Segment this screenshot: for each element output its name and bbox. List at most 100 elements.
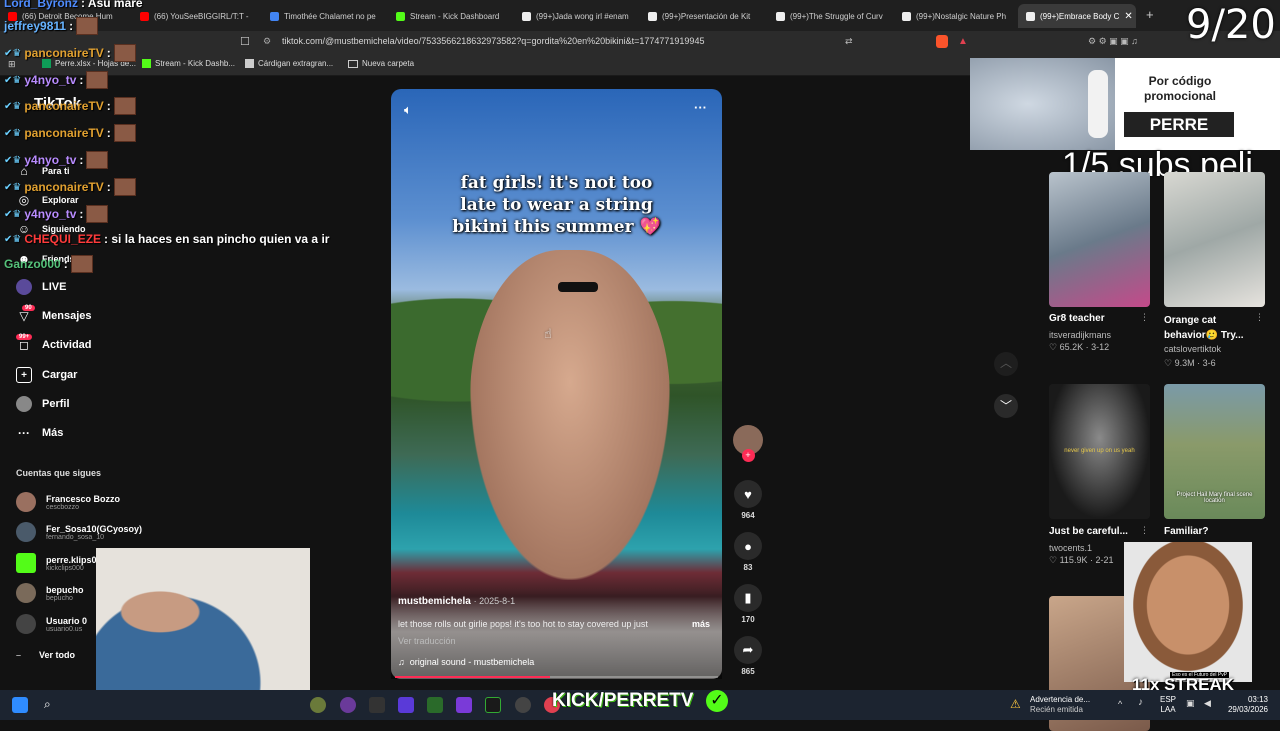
app-icon[interactable] bbox=[485, 697, 501, 713]
clock[interactable]: 03:13 29/03/2026 bbox=[1220, 695, 1268, 715]
recommendation-title[interactable]: Just be careful... bbox=[1049, 526, 1128, 537]
more-options-icon[interactable]: ··· bbox=[694, 100, 707, 115]
chat-message: Ganzo000: bbox=[4, 255, 93, 273]
chevron-down-icon: – bbox=[16, 650, 22, 660]
nav-cargar[interactable]: + Cargar bbox=[16, 367, 77, 383]
app-icon[interactable] bbox=[515, 697, 531, 713]
chevron-up-icon[interactable]: ︿ bbox=[994, 352, 1018, 376]
language-indicator[interactable]: ESP LAA bbox=[1160, 695, 1176, 715]
browser-tab-active[interactable]: (99+)Embrace Body C ✕ bbox=[1018, 4, 1136, 28]
volume-icon[interactable]: 🔈︎ bbox=[404, 102, 412, 118]
browser-tab[interactable]: Timothée Chalamet no pe bbox=[262, 4, 382, 28]
recommendation-thumbnail[interactable] bbox=[1049, 172, 1150, 307]
browser-tab-bar: (66) Detroit Become Hum (66) YouSeeBIGGI… bbox=[0, 0, 1280, 31]
emote-icon bbox=[86, 151, 109, 169]
chat-message: ✔♛ panconaireTV: bbox=[4, 97, 136, 115]
nav-perfil[interactable]: Perfil bbox=[16, 396, 70, 412]
recommendation-title[interactable]: Gr8 teacher bbox=[1049, 313, 1105, 324]
more-options-icon[interactable]: ⋮ bbox=[1140, 525, 1149, 536]
bookmark-item[interactable]: Stream - Kick Dashb... bbox=[142, 59, 235, 68]
microphone-icon[interactable]: ♪ bbox=[1138, 697, 1143, 708]
author-avatar-action[interactable]: + bbox=[733, 425, 763, 462]
recommendation-author[interactable]: twocents.1 bbox=[1049, 543, 1092, 553]
app-icon[interactable] bbox=[456, 697, 472, 713]
nav-mas[interactable]: ··· Más bbox=[16, 425, 63, 441]
extensions-icon[interactable]: ⚙ ⚙ ▣ ▣ ♫ bbox=[1088, 36, 1138, 47]
tray-chevron-icon[interactable]: ^ bbox=[1118, 699, 1122, 709]
browser-tab[interactable]: (99+)The Struggle of Curv bbox=[768, 4, 890, 28]
network-icon[interactable]: ▣ bbox=[1186, 698, 1195, 709]
video-author[interactable]: mustbemichela · 2025-8-1 bbox=[398, 596, 515, 607]
emote-icon bbox=[113, 44, 136, 62]
follow-plus-icon[interactable]: + bbox=[741, 449, 755, 462]
close-tab-icon[interactable]: ✕ bbox=[1124, 11, 1132, 22]
heart-icon: ♡ bbox=[1049, 342, 1058, 352]
more-options-icon[interactable]: ⋮ bbox=[1255, 312, 1264, 323]
youtube-icon bbox=[140, 11, 149, 21]
music-note-icon: ♫ bbox=[398, 657, 405, 667]
bookmark-icon[interactable]: ☐ bbox=[240, 35, 250, 48]
kick-icon bbox=[142, 59, 151, 68]
following-account[interactable]: bepucho bepucho bbox=[16, 583, 84, 603]
app-icon[interactable] bbox=[398, 697, 414, 713]
browser-tab[interactable]: Stream - Kick Dashboard bbox=[388, 4, 508, 28]
browser-tab[interactable]: (99+)Jada wong irl #enam bbox=[514, 4, 636, 28]
recommendation-title[interactable]: Familiar? bbox=[1164, 526, 1208, 537]
bookmark-item[interactable]: Cárdigan extragran... bbox=[245, 59, 333, 68]
browser-tab[interactable]: (99+)Nostalgic Nature Ph bbox=[894, 4, 1016, 28]
url-field[interactable]: tiktok.com/@mustbemichela/video/75335662… bbox=[282, 36, 704, 46]
see-all-link[interactable]: – Ver todo bbox=[16, 650, 75, 660]
nav-live[interactable]: LIVE bbox=[16, 279, 66, 295]
following-account[interactable]: perre.klips0 kickclips000 bbox=[16, 553, 97, 573]
recommendation-author[interactable]: itsveradijkmans bbox=[1049, 330, 1111, 340]
progress-track[interactable] bbox=[395, 676, 718, 678]
app-icon[interactable] bbox=[340, 697, 356, 713]
following-account[interactable]: Francesco Bozzo cescbozzo bbox=[16, 492, 120, 512]
search-icon[interactable]: ⌕ bbox=[44, 697, 51, 712]
video-description: let those rolls out girlie pops! it's to… bbox=[398, 619, 648, 629]
chat-message: Lord_Byronz: Asu mare bbox=[4, 0, 143, 10]
comment-action[interactable]: ● 83 bbox=[733, 532, 763, 572]
share-action[interactable]: ➦ 865 bbox=[733, 636, 763, 676]
save-action[interactable]: ▮ 170 bbox=[733, 584, 763, 624]
more-options-icon[interactable]: ⋮ bbox=[1140, 312, 1149, 323]
app-icon[interactable] bbox=[369, 697, 385, 713]
following-account[interactable]: Usuario 0 usuario0.us bbox=[16, 614, 87, 634]
browser-tab[interactable]: (99+)Presentación de Kit bbox=[640, 4, 762, 28]
bookmark-folder[interactable]: Nueva carpeta bbox=[348, 59, 414, 68]
progress-fill bbox=[395, 676, 551, 678]
verified-check-icon: ✓ bbox=[706, 690, 728, 712]
rewards-icon[interactable]: ▲ bbox=[958, 36, 968, 47]
webcam-overlay bbox=[96, 548, 310, 690]
windows-start-icon[interactable] bbox=[12, 697, 28, 713]
comment-icon: ● bbox=[734, 532, 762, 560]
sound-link[interactable]: ♫ original sound - mustbemichela bbox=[398, 657, 534, 667]
chevron-down-icon[interactable]: ﹀ bbox=[994, 394, 1018, 418]
following-account[interactable]: Fer_Sosa10(GCyosoy) fernando_sosa_10 bbox=[16, 522, 142, 542]
more-link[interactable]: más bbox=[692, 619, 710, 629]
browser-tab[interactable]: (66) YouSeeBIGGIRL/T:T - bbox=[132, 4, 260, 28]
recommendation-thumbnail[interactable]: never given up on us yeah bbox=[1049, 384, 1150, 519]
translate-icon[interactable]: ⇄ bbox=[845, 36, 853, 47]
notification-area[interactable]: Advertencia de... Recién emitida bbox=[1030, 695, 1090, 715]
translate-link[interactable]: Ver traducción bbox=[398, 636, 456, 646]
heart-icon: ♥ bbox=[734, 480, 762, 508]
recommendation-thumbnail[interactable] bbox=[1164, 172, 1265, 307]
recommendation-author[interactable]: catslovertiktok bbox=[1164, 344, 1221, 354]
tiktok-icon bbox=[522, 11, 531, 21]
site-info-icon[interactable]: ⚙ bbox=[263, 36, 271, 47]
app-icon[interactable] bbox=[427, 697, 443, 713]
badge-icon: ✔♛ bbox=[4, 127, 22, 139]
heart-icon: ♡ bbox=[1164, 358, 1173, 368]
folder-icon bbox=[348, 59, 358, 68]
app-icon[interactable] bbox=[310, 697, 326, 713]
volume-icon[interactable]: ◀ bbox=[1204, 698, 1211, 709]
recommendation-thumbnail[interactable]: Project Hail Mary final scene location bbox=[1164, 384, 1265, 519]
like-action[interactable]: ♥ 964 bbox=[733, 480, 763, 520]
brave-shield-icon[interactable] bbox=[936, 35, 948, 48]
new-tab-icon[interactable]: + bbox=[1146, 7, 1154, 22]
recommendation-title[interactable]: Orange cat behavior🥲 Try... bbox=[1164, 313, 1254, 343]
warning-icon[interactable]: ⚠ bbox=[1010, 697, 1021, 711]
recommendation-stats: ♡ 115.9K · 2-21 bbox=[1049, 555, 1114, 565]
sunglasses bbox=[558, 282, 598, 292]
